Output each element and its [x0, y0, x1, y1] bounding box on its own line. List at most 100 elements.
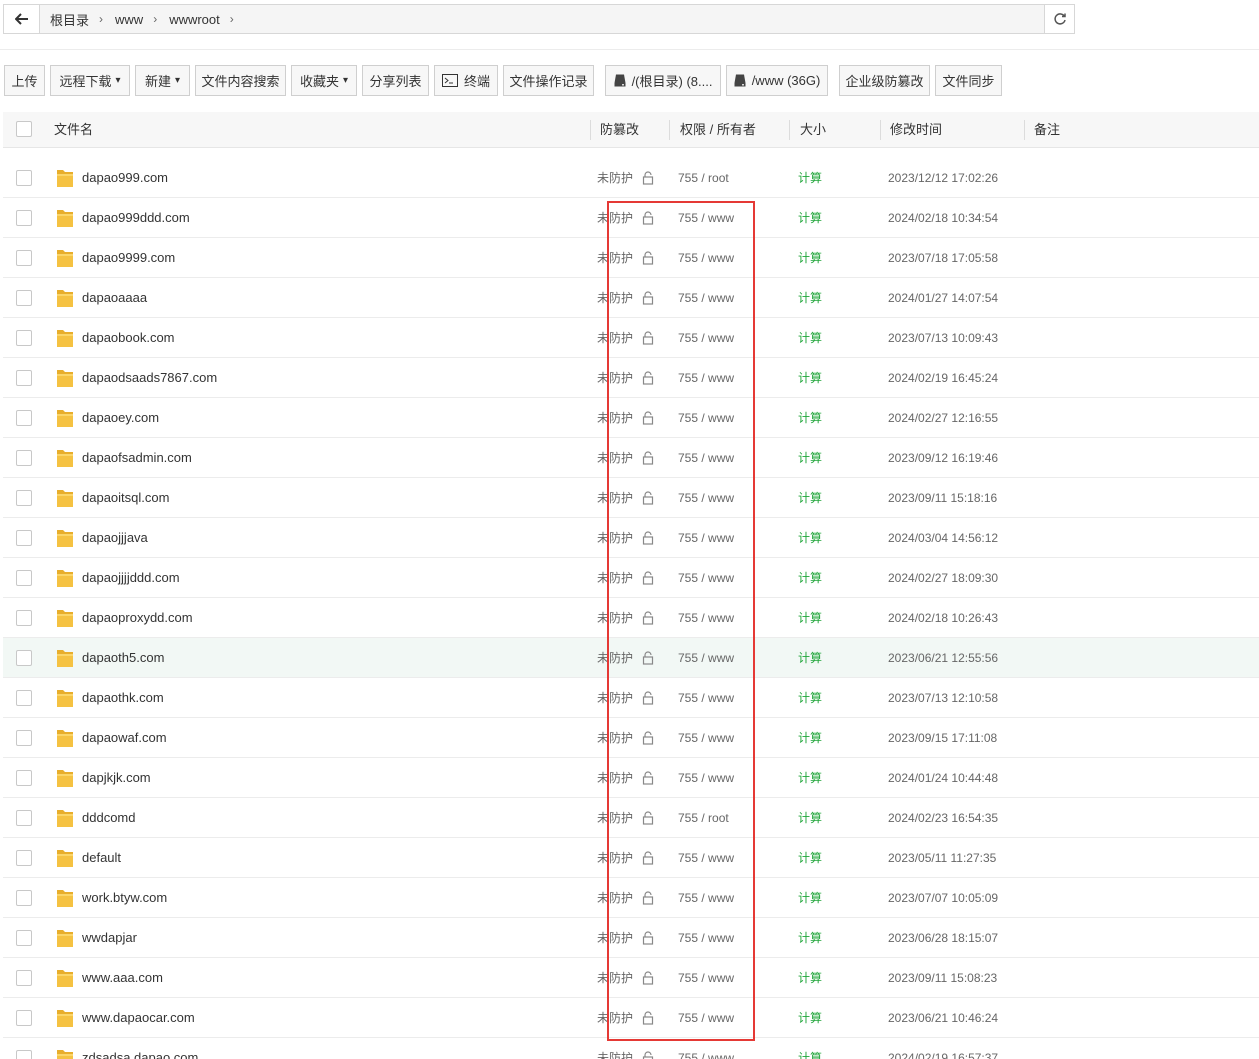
file-name-link[interactable]: dapao999ddd.com [82, 198, 190, 238]
calculate-size-link[interactable]: 计算 [798, 918, 822, 958]
row-checkbox[interactable] [16, 290, 32, 306]
protection-status[interactable]: 未防护 [597, 438, 633, 478]
permission-owner-link[interactable]: 755 / www [678, 198, 734, 238]
row-checkbox[interactable] [16, 330, 32, 346]
table-row[interactable]: dapaoproxydd.com 未防护 755 / www 计算 2024/02/18… [3, 598, 1259, 638]
row-checkbox[interactable] [16, 450, 32, 466]
unlock-icon[interactable] [641, 891, 655, 905]
file-name-link[interactable]: dapaoproxydd.com [82, 598, 193, 638]
calculate-size-link[interactable]: 计算 [798, 158, 822, 198]
permission-owner-link[interactable]: 755 / www [678, 1038, 734, 1059]
table-row[interactable]: dapao9999.com 未防护 755 / www 计算 2023/07/18 17… [3, 238, 1259, 278]
unlock-icon[interactable] [641, 491, 655, 505]
column-header-tamper[interactable]: 防篡改 [600, 112, 639, 148]
calculate-size-link[interactable]: 计算 [798, 998, 822, 1038]
disk-root-button[interactable]: /(根目录) (8.... [605, 65, 721, 96]
permission-owner-link[interactable]: 755 / www [678, 638, 734, 678]
protection-status[interactable]: 未防护 [597, 598, 633, 638]
unlock-icon[interactable] [641, 691, 655, 705]
file-name-link[interactable]: dapaobook.com [82, 318, 175, 358]
unlock-icon[interactable] [641, 331, 655, 345]
permission-owner-link[interactable]: 755 / www [678, 998, 734, 1038]
table-row[interactable]: www.aaa.com 未防护 755 / www 计算 2023/09/11 15:0… [3, 958, 1259, 998]
unlock-icon[interactable] [641, 971, 655, 985]
calculate-size-link[interactable]: 计算 [798, 678, 822, 718]
file-name-link[interactable]: dapaodsaads7867.com [82, 358, 217, 398]
calculate-size-link[interactable]: 计算 [798, 478, 822, 518]
permission-owner-link[interactable]: 755 / root [678, 158, 729, 198]
permission-owner-link[interactable]: 755 / www [678, 598, 734, 638]
table-row[interactable]: dddcomd 未防护 755 / root 计算 2024/02/23 16:54:3… [3, 798, 1259, 838]
share-list-button[interactable]: 分享列表 [362, 65, 429, 96]
table-row[interactable]: work.btyw.com 未防护 755 / www 计算 2023/07/07 10… [3, 878, 1259, 918]
protection-status[interactable]: 未防护 [597, 198, 633, 238]
row-checkbox[interactable] [16, 690, 32, 706]
permission-owner-link[interactable]: 755 / www [678, 478, 734, 518]
favorites-button[interactable]: 收藏夹 ▾ [291, 65, 357, 96]
breadcrumb-item-wwwroot[interactable]: wwwroot › [165, 12, 242, 27]
table-row[interactable]: dapao999.com 未防护 755 / root 计算 2023/12/12 17… [3, 158, 1259, 198]
row-checkbox[interactable] [16, 210, 32, 226]
table-row[interactable]: wwdapjar 未防护 755 / www 计算 2023/06/28 18:15:0… [3, 918, 1259, 958]
row-checkbox[interactable] [16, 1050, 32, 1059]
content-search-button[interactable]: 文件内容搜索 [195, 65, 286, 96]
protection-status[interactable]: 未防护 [597, 798, 633, 838]
breadcrumb-label[interactable]: www [111, 12, 147, 27]
protection-status[interactable]: 未防护 [597, 358, 633, 398]
unlock-icon[interactable] [641, 171, 655, 185]
row-checkbox[interactable] [16, 410, 32, 426]
table-row[interactable]: dapaoitsql.com 未防护 755 / www 计算 2023/09/11 1… [3, 478, 1259, 518]
file-sync-button[interactable]: 文件同步 [935, 65, 1002, 96]
file-name-link[interactable]: dapao9999.com [82, 238, 175, 278]
table-row[interactable]: dapaobook.com 未防护 755 / www 计算 2023/07/13 10… [3, 318, 1259, 358]
protection-status[interactable]: 未防护 [597, 238, 633, 278]
table-row[interactable]: dapaoey.com 未防护 755 / www 计算 2024/02/27 12:1… [3, 398, 1259, 438]
permission-owner-link[interactable]: 755 / www [678, 318, 734, 358]
row-checkbox[interactable] [16, 370, 32, 386]
file-name-link[interactable]: dapaoaaaa [82, 278, 147, 318]
row-checkbox[interactable] [16, 850, 32, 866]
tamper-proof-button[interactable]: 企业级防篡改 [839, 65, 930, 96]
permission-owner-link[interactable]: 755 / www [678, 838, 734, 878]
row-checkbox[interactable] [16, 810, 32, 826]
select-all-checkbox[interactable] [16, 121, 32, 137]
calculate-size-link[interactable]: 计算 [798, 238, 822, 278]
row-checkbox[interactable] [16, 570, 32, 586]
column-header-note[interactable]: 备注 [1034, 112, 1060, 148]
refresh-button[interactable] [1044, 5, 1074, 33]
row-checkbox[interactable] [16, 890, 32, 906]
file-name-link[interactable]: www.aaa.com [82, 958, 163, 998]
row-checkbox[interactable] [16, 770, 32, 786]
row-checkbox[interactable] [16, 1010, 32, 1026]
file-name-link[interactable]: dapjkjk.com [82, 758, 151, 798]
column-header-permission[interactable]: 权限 / 所有者 [680, 112, 756, 148]
unlock-icon[interactable] [641, 1011, 655, 1025]
back-button[interactable] [4, 5, 40, 33]
table-row[interactable]: dapaojjjava 未防护 755 / www 计算 2024/03/04 14:5… [3, 518, 1259, 558]
breadcrumb-item-www[interactable]: www › [111, 12, 165, 27]
protection-status[interactable]: 未防护 [597, 558, 633, 598]
file-name-link[interactable]: dapaoth5.com [82, 638, 164, 678]
row-checkbox[interactable] [16, 650, 32, 666]
file-name-link[interactable]: www.dapaocar.com [82, 998, 195, 1038]
unlock-icon[interactable] [641, 731, 655, 745]
calculate-size-link[interactable]: 计算 [798, 558, 822, 598]
calculate-size-link[interactable]: 计算 [798, 358, 822, 398]
calculate-size-link[interactable]: 计算 [798, 838, 822, 878]
protection-status[interactable]: 未防护 [597, 278, 633, 318]
breadcrumb-item-root[interactable]: 根目录 › [46, 10, 111, 29]
file-name-link[interactable]: dapaothk.com [82, 678, 164, 718]
file-name-link[interactable]: default [82, 838, 121, 878]
calculate-size-link[interactable]: 计算 [798, 198, 822, 238]
unlock-icon[interactable] [641, 611, 655, 625]
protection-status[interactable]: 未防护 [597, 518, 633, 558]
terminal-button[interactable]: 终端 [434, 65, 498, 96]
protection-status[interactable]: 未防护 [597, 838, 633, 878]
calculate-size-link[interactable]: 计算 [798, 878, 822, 918]
calculate-size-link[interactable]: 计算 [798, 798, 822, 838]
permission-owner-link[interactable]: 755 / www [678, 718, 734, 758]
calculate-size-link[interactable]: 计算 [798, 958, 822, 998]
table-row[interactable]: dapao999ddd.com 未防护 755 / www 计算 2024/02/18 … [3, 198, 1259, 238]
unlock-icon[interactable] [641, 811, 655, 825]
unlock-icon[interactable] [641, 1051, 655, 1059]
